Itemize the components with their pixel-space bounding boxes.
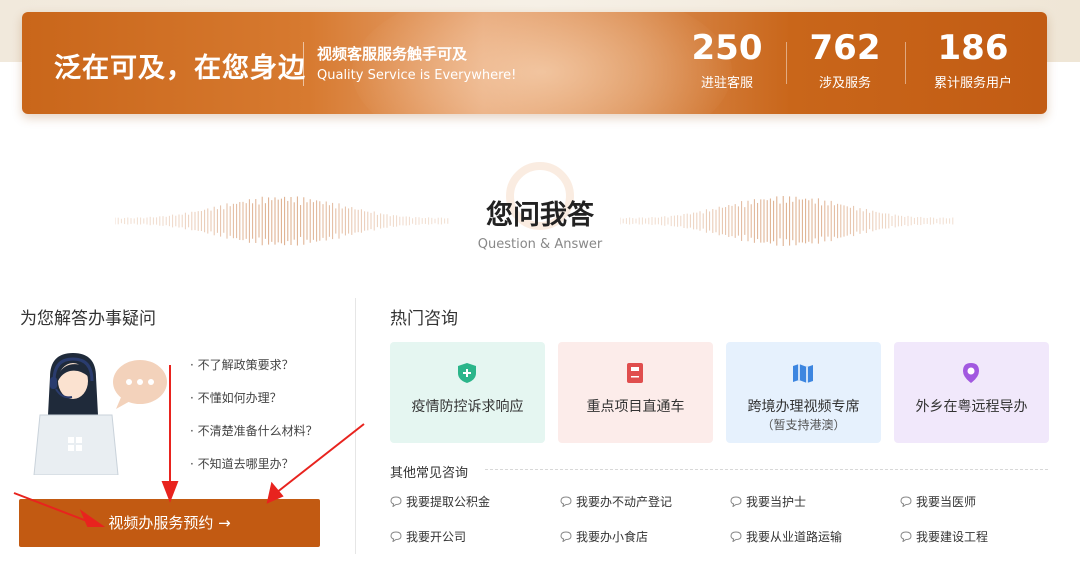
stat-users: 186 累计服务用户 — [918, 28, 1028, 91]
stat-value: 250 — [691, 28, 763, 68]
consult-link-label: 我要建设工程 — [916, 530, 989, 544]
consult-link[interactable]: 我要办不动产登记 — [560, 493, 672, 510]
chat-bubble-icon — [560, 496, 572, 507]
consult-link[interactable]: 我要当医师 — [900, 493, 976, 510]
page: 泛在可及，在您身边 视频客服服务触手可及 Quality Service is … — [0, 0, 1080, 574]
stat-label: 累计服务用户 — [933, 76, 1012, 91]
right-panel-title: 热门咨询 — [390, 309, 458, 329]
hero-banner: 泛在可及，在您身边 视频客服服务触手可及 Quality Service is … — [22, 12, 1047, 114]
chat-bubble-icon — [900, 496, 912, 507]
stat-services: 762 涉及服务 — [790, 28, 900, 91]
map-icon — [793, 364, 813, 383]
stat-separator — [786, 42, 787, 84]
hero-subtitle-en: Quality Service is Everywhere! — [317, 68, 517, 83]
stat-value: 762 — [809, 28, 881, 68]
consult-link-label: 我要从业道路运输 — [746, 530, 843, 544]
hot-consult-card-epidemic[interactable]: 疫情防控诉求响应 — [390, 342, 545, 443]
chat-bubble-icon — [390, 496, 402, 507]
card-label: 疫情防控诉求响应 — [411, 399, 524, 415]
consult-link[interactable]: 我要当护士 — [730, 493, 806, 510]
card-label: 跨境办理视频专席 — [747, 399, 860, 415]
hero-slogan: 泛在可及，在您身边 — [54, 53, 306, 84]
book-icon — [627, 363, 643, 383]
consult-link-label: 我要办小食店 — [576, 530, 649, 544]
dashed-divider — [485, 469, 1048, 470]
consult-link[interactable]: 我要建设工程 — [900, 528, 988, 545]
stat-value: 186 — [937, 28, 1009, 68]
card-label: 外乡在粤远程导办 — [915, 399, 1028, 415]
shield-plus-icon — [458, 363, 476, 383]
hero-subtitle-cn: 视频客服服务触手可及 — [317, 45, 468, 63]
stat-agents: 250 进驻客服 — [672, 28, 782, 91]
section-subtitle: Question & Answer — [477, 237, 603, 252]
hot-consult-card-key-project[interactable]: 重点项目直通车 — [558, 342, 713, 443]
chat-bubble-icon — [730, 496, 742, 507]
consult-link[interactable]: 我要提取公积金 — [390, 493, 490, 510]
hot-consult-card-cross-border[interactable]: 跨境办理视频专席 （暂支持港澳） — [726, 342, 881, 443]
card-label: 重点项目直通车 — [586, 399, 685, 415]
consult-link[interactable]: 我要开公司 — [390, 528, 466, 545]
stat-label: 进驻客服 — [700, 76, 753, 91]
consult-link-label: 我要开公司 — [406, 530, 467, 544]
hero-divider — [303, 42, 304, 86]
consult-link-label: 我要提取公积金 — [406, 495, 491, 509]
stat-separator — [905, 42, 906, 84]
consult-link-label: 我要当医师 — [916, 495, 977, 509]
card-sublabel: （暂支持港澳） — [761, 418, 846, 432]
consult-link-label: 我要办不动产登记 — [576, 495, 673, 509]
consult-link-label: 我要当护士 — [746, 495, 807, 509]
chat-bubble-icon — [560, 531, 572, 542]
left-panel-title: 为您解答办事疑问 — [20, 309, 156, 329]
chat-bubble-icon — [730, 531, 742, 542]
chat-bubble-icon — [390, 531, 402, 542]
stat-label: 涉及服务 — [818, 76, 871, 91]
location-pin-icon — [963, 363, 979, 383]
consult-link[interactable]: 我要办小食店 — [560, 528, 648, 545]
chat-bubble-icon — [900, 531, 912, 542]
annotation-arrows — [13, 365, 365, 527]
other-consult-title: 其他常见咨询 — [390, 466, 469, 481]
section-title: 您问我答 — [486, 200, 594, 231]
consult-link[interactable]: 我要从业道路运输 — [730, 528, 842, 545]
hot-consult-card-remote-guide[interactable]: 外乡在粤远程导办 — [894, 342, 1049, 443]
